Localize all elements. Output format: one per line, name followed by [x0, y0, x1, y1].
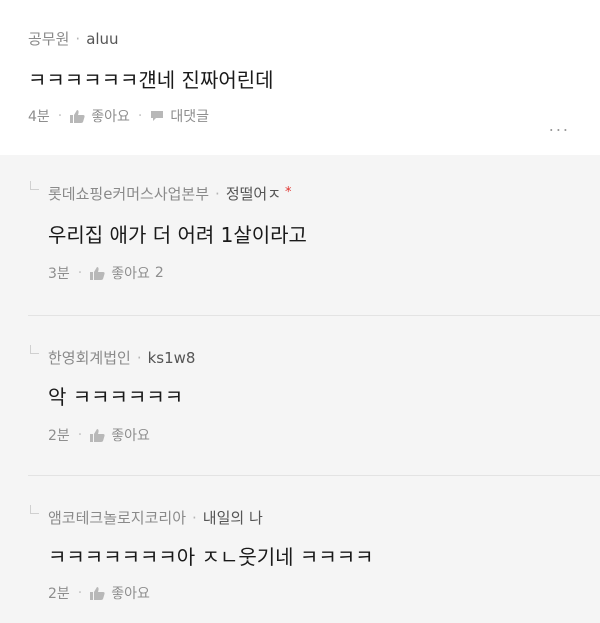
reply-text: ㅋㅋㅋㅋㅋㅋㅋ아 ㅈㄴ웃기네 ㅋㅋㅋㅋ [48, 545, 374, 569]
like-button[interactable]: 좋아요 2 [90, 263, 164, 283]
reply-actions: 2분 · 좋아요 [48, 425, 150, 445]
like-label: 좋아요 [91, 109, 130, 125]
author-org[interactable]: 앰코테크놀로지코리아 [48, 509, 186, 527]
reply-indent-icon [30, 181, 39, 190]
reply-indent-icon [30, 505, 39, 514]
reply-meta: 앰코테크놀로지코리아 · 내일의 나 [48, 507, 263, 528]
comment-meta: 공무원 · aluu [28, 28, 119, 49]
reply-text: 우리집 애가 더 어려 1살이라고 [48, 223, 307, 247]
like-button[interactable]: 좋아요 [70, 106, 130, 126]
reply-time: 3분 [48, 266, 70, 282]
divider [28, 475, 600, 476]
comment-actions: 4분 · 좋아요 · 대댓글 [28, 106, 209, 126]
comment-text: ㅋㅋㅋㅋㅋㅋ걘네 진짜어린데 [28, 68, 274, 92]
author-org[interactable]: 한영회계법인 [48, 349, 131, 367]
op-badge: * [285, 185, 292, 200]
meta-separator: · [136, 349, 142, 367]
like-label: 좋아요 [111, 428, 150, 444]
author-org[interactable]: 공무원 [28, 30, 69, 48]
comment-top: 공무원 · aluu ㅋㅋㅋㅋㅋㅋ걘네 진짜어린데 4분 · 좋아요 · 대댓글 .… [0, 0, 600, 155]
author-nick[interactable]: ks1w8 [148, 349, 196, 367]
comment-time: 4분 [28, 109, 50, 125]
meta-separator: · [57, 108, 63, 124]
reply-time: 2분 [48, 428, 70, 444]
like-count: 2 [154, 265, 164, 281]
meta-separator: · [192, 509, 197, 527]
meta-separator: · [77, 585, 83, 601]
meta-separator: · [75, 30, 81, 48]
reply-actions: 3분 · 좋아요 2 [48, 263, 164, 283]
divider [28, 315, 600, 316]
reply-label: 대댓글 [170, 109, 209, 125]
reply-time: 2분 [48, 586, 70, 602]
reply-meta: 롯데쇼핑e커머스사업본부 · 정떨어ㅈ * [48, 183, 292, 204]
reply-indent-icon [30, 345, 39, 354]
speech-bubble-icon [150, 110, 164, 122]
more-options-icon[interactable]: ... [549, 116, 570, 135]
author-nick[interactable]: 내일의 나 [203, 509, 263, 527]
like-button[interactable]: 좋아요 [90, 425, 150, 445]
meta-separator: · [137, 108, 143, 124]
meta-separator: · [77, 265, 83, 281]
replies-section: 롯데쇼핑e커머스사업본부 · 정떨어ㅈ * 우리집 애가 더 어려 1살이라고 3분 … [0, 155, 600, 623]
author-org[interactable]: 롯데쇼핑e커머스사업본부 [48, 185, 209, 203]
author-nick[interactable]: 정떨어ㅈ [226, 185, 281, 203]
like-label: 좋아요 [111, 266, 150, 282]
reply-text: 악 ㅋㅋㅋㅋㅋㅋ [48, 385, 184, 409]
thumbs-up-icon [70, 109, 85, 123]
like-label: 좋아요 [111, 586, 150, 602]
reply-actions: 2분 · 좋아요 [48, 583, 150, 603]
reply-meta: 한영회계법인 · ks1w8 [48, 347, 195, 368]
thumbs-up-icon [90, 266, 105, 280]
thumbs-up-icon [90, 586, 105, 600]
reply-button[interactable]: 대댓글 [150, 106, 209, 126]
meta-separator: · [215, 185, 220, 203]
meta-separator: · [77, 427, 83, 443]
like-button[interactable]: 좋아요 [90, 583, 150, 603]
author-nick[interactable]: aluu [86, 30, 118, 48]
thumbs-up-icon [90, 428, 105, 442]
